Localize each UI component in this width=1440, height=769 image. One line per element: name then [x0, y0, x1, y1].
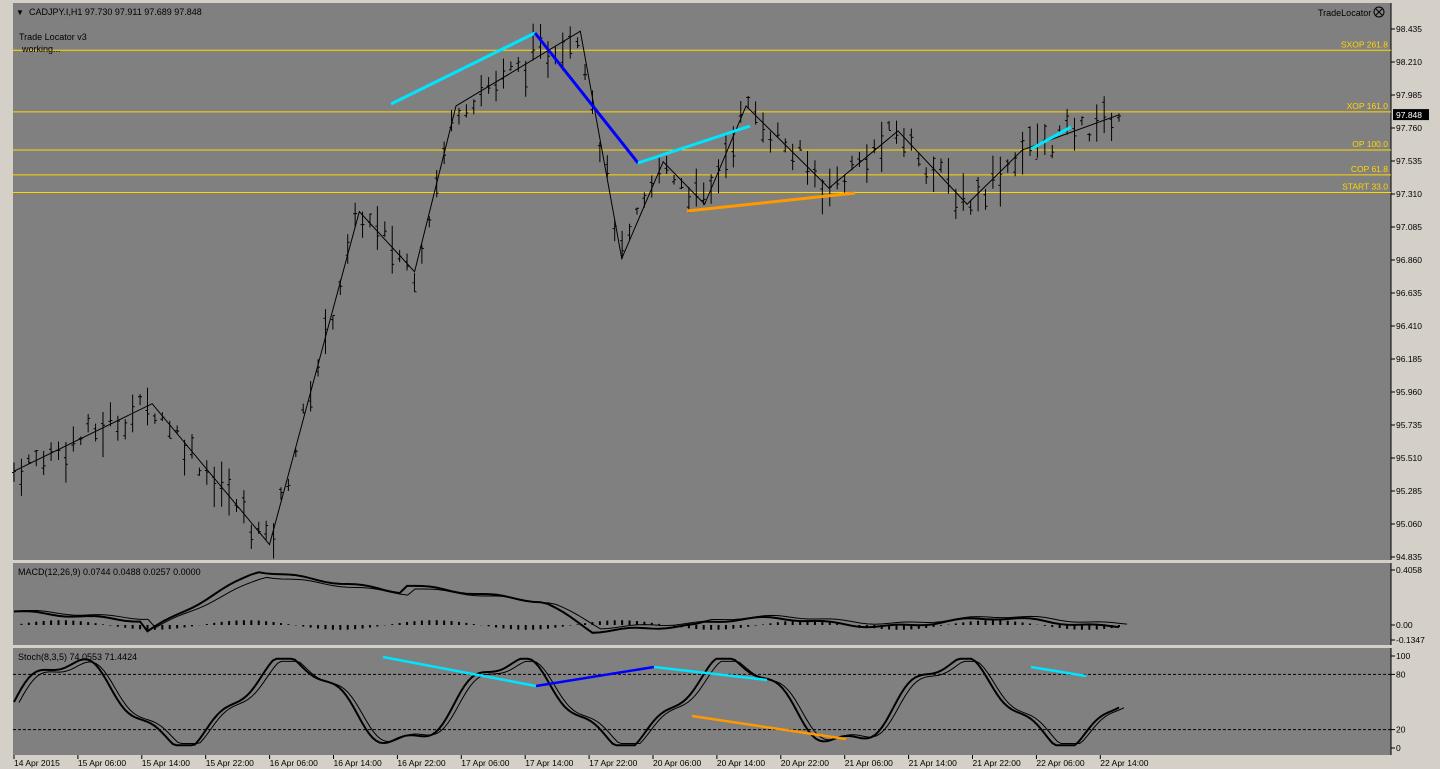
price-tick-label: 97.760: [1396, 123, 1422, 133]
current-price-label: 97.848: [1396, 110, 1422, 120]
time-tick-label: 20 Apr 22:00: [781, 758, 829, 768]
stoch-pane[interactable]: [13, 648, 1391, 755]
time-tick-label: 17 Apr 22:00: [589, 758, 637, 768]
stoch-tick-label: 0: [1396, 743, 1401, 753]
stoch-tick-label: 100: [1396, 651, 1410, 661]
macd-tick-label: -0.1347: [1396, 635, 1425, 645]
time-tick-label: 15 Apr 06:00: [78, 758, 126, 768]
level-label-sxop: SXOP 261.8: [1341, 39, 1388, 49]
collapse-icon[interactable]: ▼: [16, 8, 24, 17]
time-tick-label: 21 Apr 06:00: [845, 758, 893, 768]
price-tick-label: 95.060: [1396, 519, 1422, 529]
time-tick-label: 20 Apr 14:00: [717, 758, 765, 768]
level-label-op: OP 100.0: [1352, 139, 1388, 149]
price-tick-label: 95.960: [1396, 387, 1422, 397]
macd-tick-label: 0.00: [1396, 620, 1413, 630]
price-tick-label: 96.860: [1396, 255, 1422, 265]
price-tick-label: 96.635: [1396, 288, 1422, 298]
price-tick-label: 97.310: [1396, 189, 1422, 199]
time-tick-label: 17 Apr 06:00: [461, 758, 509, 768]
time-tick-label: 21 Apr 14:00: [909, 758, 957, 768]
macd-tick-label: 0.4058: [1396, 565, 1422, 575]
trading-chart[interactable]: SXOP 261.8 XOP 161.0 OP 100.0 COP 61.8 START…: [0, 0, 1440, 769]
price-tick-label: 96.185: [1396, 354, 1422, 364]
price-tick-label: 96.410: [1396, 321, 1422, 331]
level-label-cop: COP 61.8: [1351, 164, 1388, 174]
time-tick-label: 20 Apr 06:00: [653, 758, 701, 768]
time-tick-label: 17 Apr 14:00: [525, 758, 573, 768]
level-label-xop: XOP 161.0: [1347, 101, 1389, 111]
indicator-status: working...: [21, 44, 61, 54]
time-tick-label: 16 Apr 14:00: [334, 758, 382, 768]
macd-pane[interactable]: [13, 563, 1391, 645]
price-tick-label: 97.535: [1396, 156, 1422, 166]
stoch-label: Stoch(8,3,5) 74.0553 71.4424: [18, 652, 137, 662]
stoch-tick-label: 80: [1396, 669, 1406, 679]
time-tick-label: 22 Apr 06:00: [1036, 758, 1084, 768]
time-tick-label: 16 Apr 06:00: [270, 758, 318, 768]
time-tick-label: 14 Apr 2015: [14, 758, 60, 768]
time-tick-label: 15 Apr 22:00: [206, 758, 254, 768]
price-tick-label: 94.835: [1396, 552, 1422, 562]
price-tick-label: 97.085: [1396, 222, 1422, 232]
price-tick-label: 98.210: [1396, 57, 1422, 67]
time-tick-label: 15 Apr 14:00: [142, 758, 190, 768]
macd-label: MACD(12,26,9) 0.0744 0.0488 0.0257 0.000…: [18, 567, 201, 577]
price-tick-label: 97.985: [1396, 90, 1422, 100]
time-tick-label: 22 Apr 14:00: [1100, 758, 1148, 768]
symbol-info: CADJPY.I,H1 97.730 97.911 97.689 97.848: [29, 7, 202, 17]
time-tick-label: 16 Apr 22:00: [397, 758, 445, 768]
price-pane[interactable]: [13, 3, 1391, 560]
price-tick-label: 98.435: [1396, 24, 1422, 34]
time-tick-label: 21 Apr 22:00: [973, 758, 1021, 768]
price-tick-label: 95.735: [1396, 420, 1422, 430]
stoch-tick-label: 20: [1396, 725, 1406, 735]
price-tick-label: 95.510: [1396, 453, 1422, 463]
price-tick-label: 95.285: [1396, 486, 1422, 496]
brand-label: TradeLocator: [1318, 8, 1371, 18]
indicator-name: Trade Locator v3: [19, 32, 87, 42]
level-label-start: START 33.0: [1342, 182, 1388, 192]
